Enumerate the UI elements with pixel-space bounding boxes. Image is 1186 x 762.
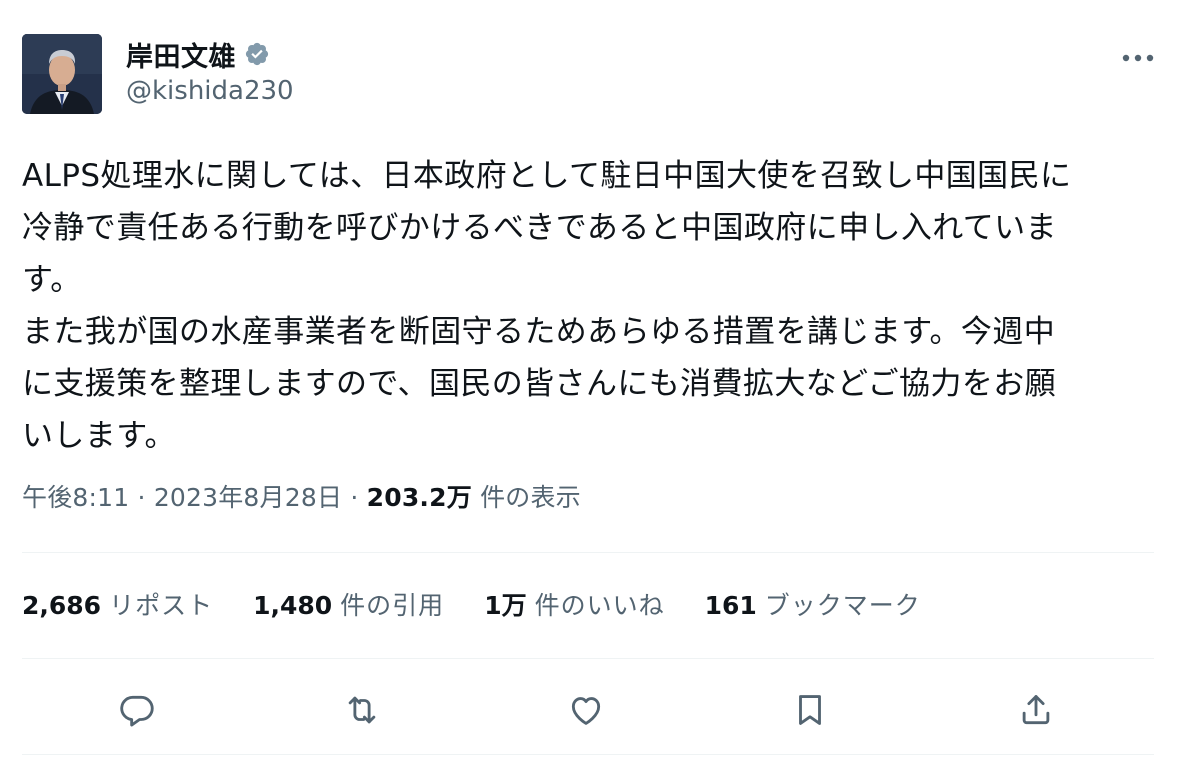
bookmark-button[interactable] — [782, 682, 838, 738]
stat-bookmarks[interactable]: 161 ブックマーク — [705, 586, 921, 622]
repost-icon — [348, 696, 376, 724]
repost-button[interactable] — [334, 682, 390, 738]
more-options-icon[interactable] — [1118, 38, 1158, 78]
tweet-date[interactable]: 2023年8月28日 — [154, 483, 342, 512]
views-count[interactable]: 203.2万 — [367, 483, 472, 512]
verified-badge-icon[interactable] — [244, 41, 270, 67]
tweet-header: 岸田文雄 @kishida230 — [22, 34, 1158, 116]
views-label: 件の表示 — [480, 483, 581, 512]
divider — [22, 658, 1154, 659]
meta-separator: · — [350, 483, 359, 512]
tweet-time[interactable]: 午後8:11 — [22, 483, 129, 512]
like-icon — [571, 697, 601, 725]
stat-label: 件の引用 — [340, 591, 445, 620]
tweet-paragraph-1: ALPS処理水に関しては、日本政府として駐日中国大使を召致し中国国民に 冷静で責… — [22, 158, 1072, 298]
stat-label: 件のいいね — [534, 591, 665, 620]
avatar-photo — [22, 34, 102, 114]
stat-reposts[interactable]: 2,686 リポスト — [22, 586, 213, 622]
meta-separator: · — [137, 483, 146, 512]
divider — [22, 552, 1154, 553]
stat-number: 2,686 — [22, 591, 102, 620]
stat-number: 1,480 — [253, 591, 333, 620]
divider — [22, 754, 1154, 755]
stat-number: 161 — [704, 591, 757, 620]
stat-number: 1万 — [484, 591, 527, 620]
bookmark-icon — [799, 695, 821, 725]
like-button[interactable] — [558, 682, 614, 738]
engagement-stats: 2,686 リポスト 1,480 件の引用 1万 件のいいね 161 ブックマーク — [22, 586, 961, 622]
display-name[interactable]: 岸田文雄 — [126, 35, 236, 74]
stat-quotes[interactable]: 1,480 件の引用 — [253, 586, 444, 622]
stat-likes[interactable]: 1万 件のいいね — [484, 586, 664, 622]
action-bar — [0, 682, 1186, 738]
user-handle[interactable]: @kishida230 — [126, 76, 294, 106]
share-icon — [1022, 695, 1050, 725]
name-row: 岸田文雄 — [126, 35, 270, 74]
share-button[interactable] — [1008, 682, 1064, 738]
reply-button[interactable] — [110, 682, 166, 738]
stat-label: リポスト — [109, 591, 214, 620]
avatar[interactable] — [22, 34, 102, 114]
tweet-meta: 午後8:11 · 2023年8月28日 · 203.2万 件の表示 — [22, 478, 581, 514]
reply-icon — [120, 695, 154, 727]
tweet-text: ALPS処理水に関しては、日本政府として駐日中国大使を召致し中国国民に 冷静で責… — [22, 150, 1162, 462]
tweet-paragraph-2: また我が国の水産事業者を断固守るためあらゆる措置を講じます。今週中 に支援策を整… — [22, 314, 1057, 454]
stat-label: ブックマーク — [764, 591, 921, 620]
